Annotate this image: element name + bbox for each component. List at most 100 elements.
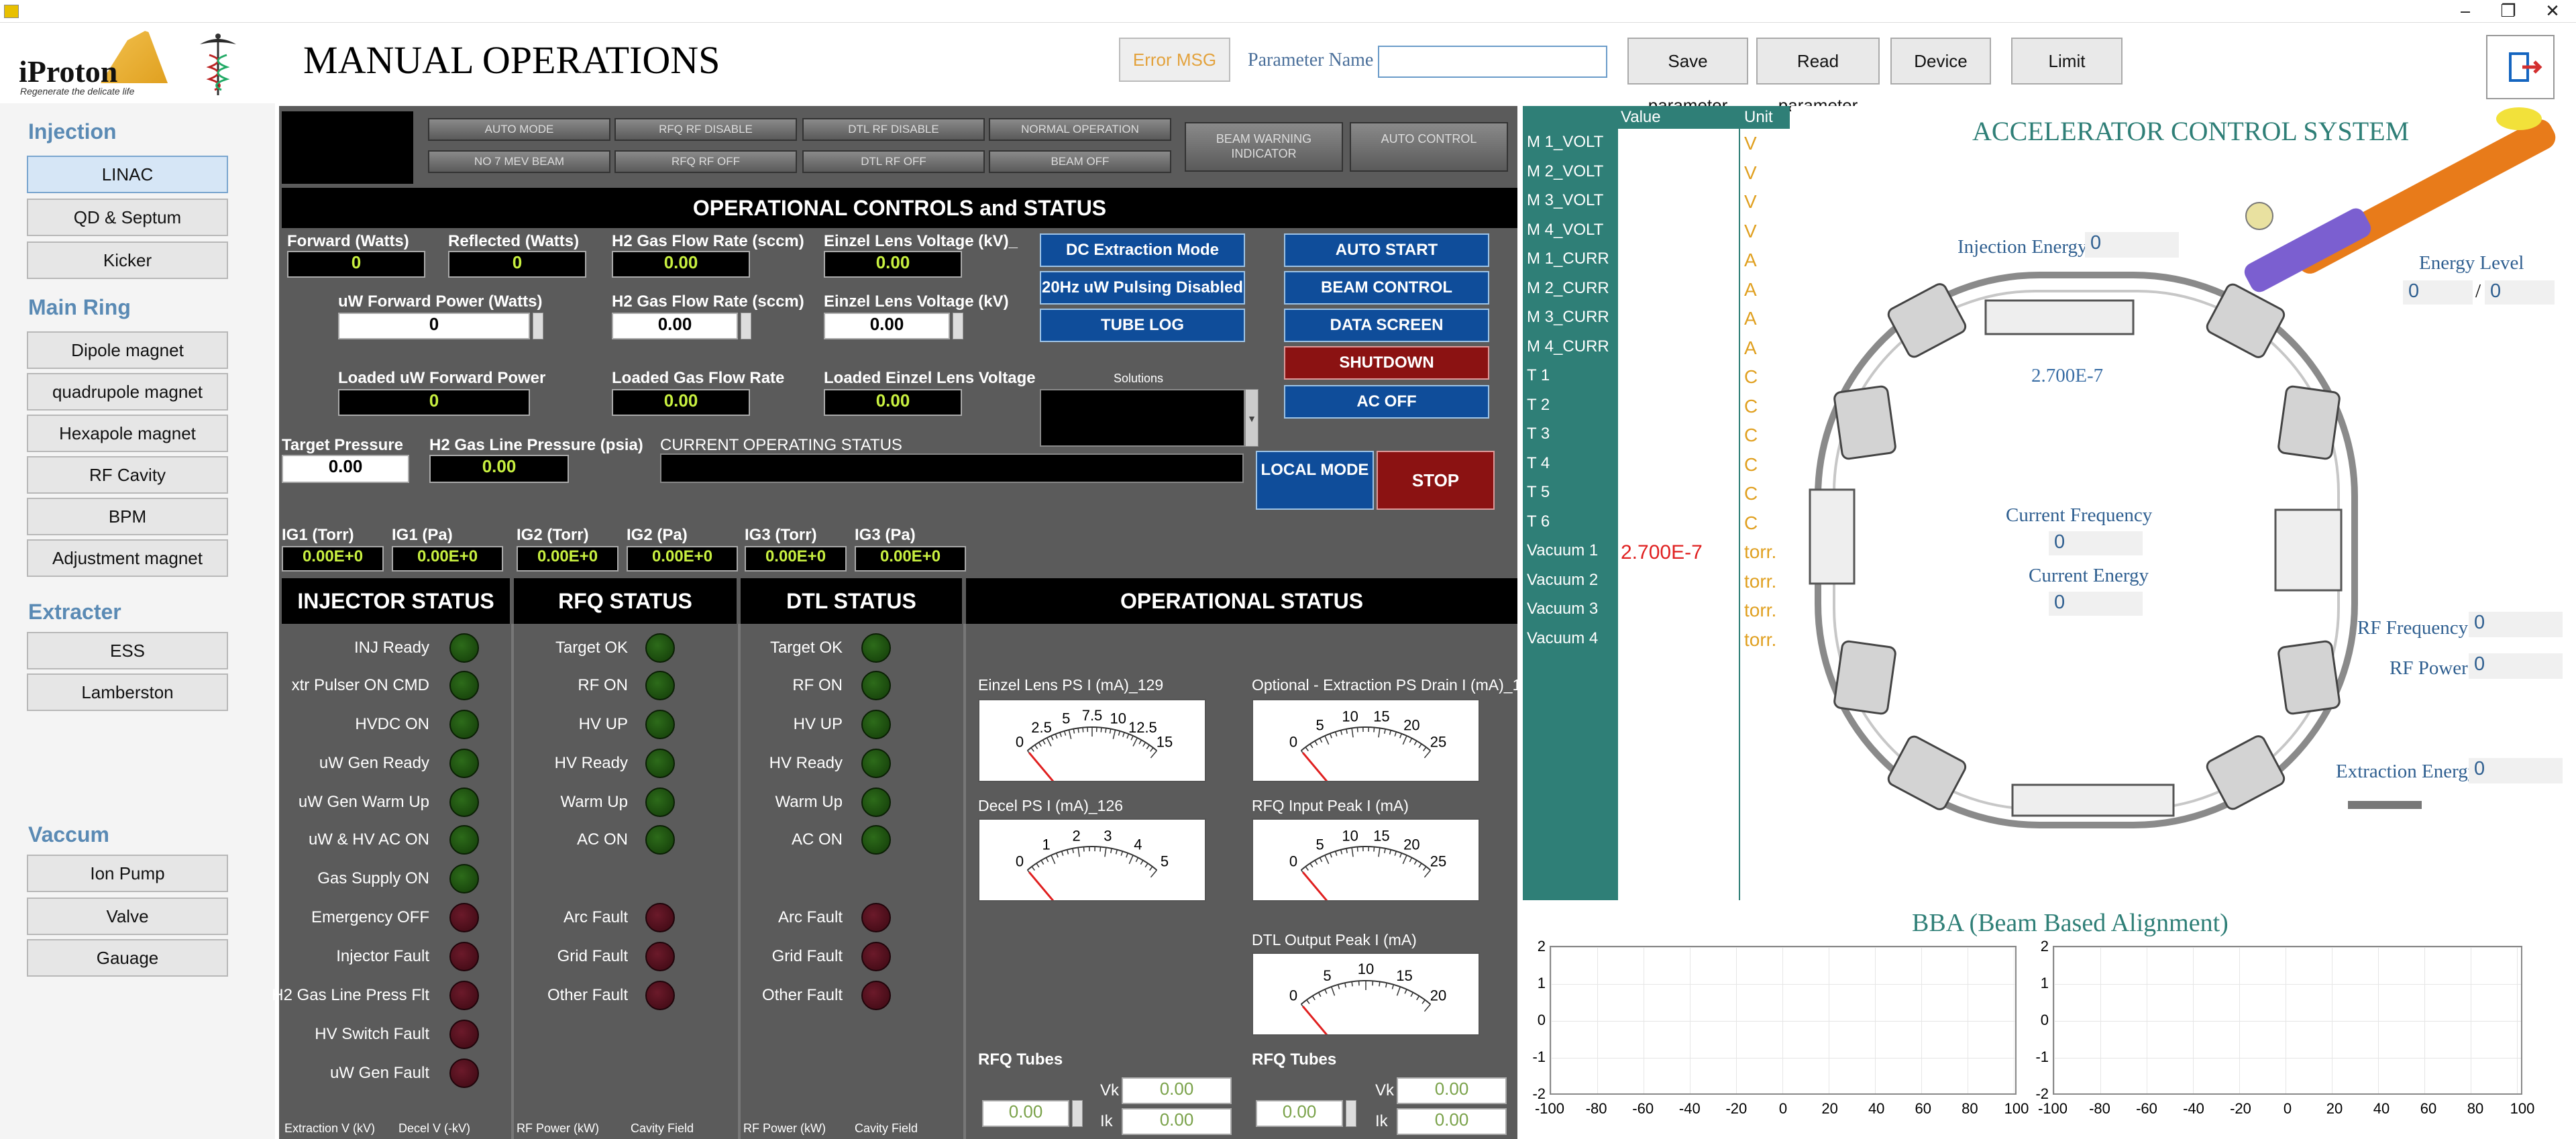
status-label: uW Gen Fault: [329, 1064, 429, 1082]
energy-level-value-a: 0: [2403, 280, 2473, 305]
sidebar-item-lamberston[interactable]: Lamberston: [27, 673, 228, 711]
data-screen-button[interactable]: DATA SCREEN: [1284, 309, 1489, 342]
shutdown-button[interactable]: SHUTDOWN: [1284, 346, 1489, 380]
beam-off-button[interactable]: BEAM OFF: [989, 150, 1171, 173]
rf-power-label: RF Power: [2390, 657, 2468, 679]
monitor-row-value: 2.700E-7: [1621, 541, 1703, 563]
solutions-scroll-down-icon[interactable]: ▼: [1245, 389, 1258, 447]
loaded-einzel-value: 0.00: [824, 389, 962, 416]
gauge-tick-label: 15: [1396, 967, 1412, 984]
limit-button[interactable]: Limit: [2011, 38, 2123, 85]
rfq-tubes-input[interactable]: 0.00: [982, 1100, 1069, 1127]
sidebar-item-adjustment-magnet[interactable]: Adjustment magnet: [27, 539, 228, 577]
bba-x-tick: -60: [1632, 1100, 1654, 1117]
sidebar-item-ess[interactable]: ESS: [27, 632, 228, 669]
gauge-title: Optional - Extraction PS Drain I (mA)_12: [1252, 676, 1530, 694]
sidebar-item-rf-cavity[interactable]: RF Cavity: [27, 456, 228, 494]
auto-mode-button[interactable]: AUTO MODE: [428, 118, 610, 141]
stop-button[interactable]: STOP: [1377, 451, 1495, 510]
bba-plot-right: [2053, 946, 2522, 1095]
local-mode-button[interactable]: LOCAL MODE: [1256, 451, 1374, 510]
auto-control-button[interactable]: AUTO CONTROL: [1350, 122, 1508, 172]
current-energy-label: Current Energy: [2029, 565, 2149, 586]
dc-extraction-mode-button[interactable]: DC Extraction Mode: [1040, 233, 1245, 267]
sidebar-item-quadrupole[interactable]: quadrupole magnet: [27, 373, 228, 411]
no-7-mev-beam-button[interactable]: NO 7 MEV BEAM: [428, 150, 610, 173]
monitor-row-unit: C: [1744, 512, 1758, 533]
bba-x-tick: -80: [1585, 1100, 1607, 1117]
gauge-tick-label: 0: [1289, 853, 1297, 869]
bba-x-tick: -20: [1725, 1100, 1748, 1117]
einzel-stepper[interactable]: [953, 313, 963, 339]
rfq-rf-disable-button[interactable]: RFQ RF DISABLE: [614, 118, 797, 141]
loaded-uw-value: 0: [338, 389, 530, 416]
vk-label: Vk: [1100, 1081, 1120, 1099]
energy-level-label: Energy Level: [2419, 252, 2524, 274]
gauge-dial-icon: 0 5 10 15 20 25: [1289, 828, 1446, 902]
exit-button[interactable]: [2486, 35, 2555, 99]
bba-y-tick: 2: [1537, 938, 1546, 955]
device-button[interactable]: Device: [1890, 38, 1991, 85]
uw-forward-power-input[interactable]: 0: [338, 313, 530, 339]
bba-x-tick: -40: [1678, 1100, 1701, 1117]
einzel-voltage-value: 0.00: [824, 251, 962, 278]
h2-flow-stepper[interactable]: [741, 313, 751, 339]
op-controls-title: OPERATIONAL CONTROLS and STATUS: [282, 188, 1517, 228]
sidebar-item-linac[interactable]: LINAC: [27, 156, 228, 193]
h2-flow-rate-2-input[interactable]: 0.00: [612, 313, 738, 339]
uw-power-stepper[interactable]: [533, 313, 543, 339]
rfq-tubes-2-stepper[interactable]: [1346, 1100, 1356, 1127]
sidebar-item-bpm[interactable]: BPM: [27, 498, 228, 535]
restore-icon[interactable]: ❐: [2485, 0, 2532, 23]
gauge-tick-label: 4: [1134, 836, 1142, 853]
normal-operation-button[interactable]: NORMAL OPERATION: [989, 118, 1171, 141]
dtl-cavity-field-label: Cavity Field: [855, 1122, 918, 1135]
read-parameter-button[interactable]: Read parameter: [1756, 38, 1880, 115]
minimize-icon[interactable]: ‒: [2442, 0, 2489, 23]
auto-start-button[interactable]: AUTO START: [1284, 233, 1489, 267]
injection-energy-label: Injection Energy: [1957, 236, 2088, 258]
sidebar-item-hexapole[interactable]: Hexapole magnet: [27, 415, 228, 452]
sidebar-item-ion-pump[interactable]: Ion Pump: [27, 855, 228, 892]
dtl-rf-disable-button[interactable]: DTL RF DISABLE: [802, 118, 985, 141]
h2-flow-rate-value: 0.00: [612, 251, 750, 278]
save-parameter-button[interactable]: Save parameter: [1627, 38, 1748, 115]
monitor-row-name: M 3_CURR: [1527, 308, 1609, 326]
bba-y-tick: -1: [2035, 1048, 2049, 1065]
sidebar-item-qd-septum[interactable]: QD & Septum: [27, 199, 228, 236]
solutions-list[interactable]: [1040, 389, 1245, 447]
rfq-tubes-stepper[interactable]: [1072, 1100, 1083, 1127]
status-lamp: [449, 864, 479, 893]
beam-control-button[interactable]: BEAM CONTROL: [1284, 271, 1489, 305]
operational-status-title: OPERATIONAL STATUS: [966, 578, 1517, 624]
gauge-tick-label: 12.5: [1128, 719, 1157, 736]
dtl-rf-off-button[interactable]: DTL RF OFF: [802, 150, 985, 173]
status-lamp: [861, 633, 891, 663]
einzel-voltage-2-input[interactable]: 0.00: [824, 313, 950, 339]
fault-label: Grid Fault: [557, 947, 628, 965]
gauge-tick-label: 10: [1342, 828, 1358, 845]
monitor-row-name: M 4_VOLT: [1527, 220, 1604, 239]
ac-off-button[interactable]: AC OFF: [1284, 385, 1489, 419]
current-status-label: CURRENT OPERATING STATUS: [660, 436, 902, 454]
gauge-title: DTL Output Peak I (mA): [1252, 931, 1417, 948]
sidebar-item-kicker[interactable]: Kicker: [27, 241, 228, 279]
sidebar-item-dipole[interactable]: Dipole magnet: [27, 331, 228, 369]
rfq-rf-off-button[interactable]: RFQ RF OFF: [614, 150, 797, 173]
fault-label: Arc Fault: [777, 908, 843, 926]
window-titlebar: ‒ ❐ ✕: [0, 0, 2576, 23]
close-icon[interactable]: ✕: [2529, 0, 2576, 23]
uw-pulsing-button[interactable]: 20Hz uW Pulsing Disabled: [1040, 271, 1245, 305]
error-msg-button[interactable]: Error MSG: [1119, 38, 1230, 82]
parameter-name-input[interactable]: [1378, 46, 1607, 78]
target-pressure-input[interactable]: 0.00: [282, 455, 409, 483]
sidebar-item-gauage[interactable]: Gauage: [27, 939, 228, 977]
sidebar-item-valve[interactable]: Valve: [27, 898, 228, 935]
bba-x-tick: 40: [1868, 1100, 1885, 1117]
bba-plot-left: [1550, 946, 2017, 1095]
monitor-row-unit: V: [1744, 133, 1757, 154]
tube-log-button[interactable]: TUBE LOG: [1040, 309, 1245, 342]
status-label: H2 Gas Line Press Flt: [272, 986, 429, 1004]
current-status-field: [660, 453, 1244, 483]
rfq-tubes-2-input[interactable]: 0.00: [1256, 1100, 1343, 1127]
